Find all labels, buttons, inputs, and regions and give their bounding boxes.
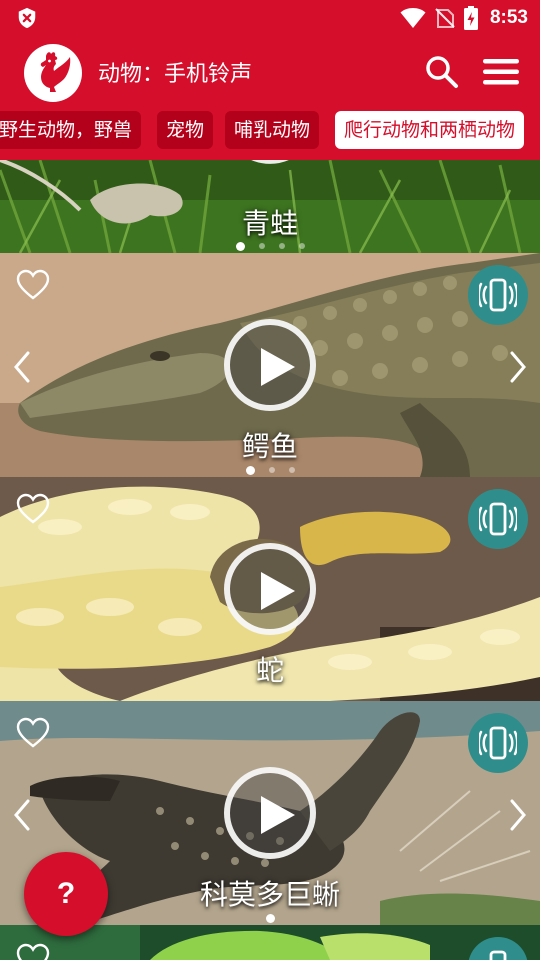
favorite-heart-icon[interactable] [16,493,50,525]
favorite-heart-icon[interactable] [16,717,50,749]
dot [268,467,275,473]
favorite-heart-icon[interactable] [16,943,50,960]
play-icon [261,572,295,610]
next-arrow-icon[interactable] [506,797,530,833]
rooster-logo[interactable] [24,44,82,102]
no-sim-icon [435,8,455,28]
set-ringtone-button[interactable] [468,489,528,549]
dot [278,243,285,249]
sound-name: 蛇 [255,654,284,687]
dot [258,243,265,249]
page-title: 动物：手机铃声 [98,62,253,87]
chip-wild-animals[interactable]: 野生动物，野兽 [0,111,142,149]
dot [245,466,255,475]
dot [235,242,245,251]
clock: 8:53 [489,7,528,28]
status-bar: 8:53 [0,0,540,36]
battery-charging-icon [463,6,478,30]
sound-name: 鳄鱼 [241,430,298,463]
phone-vibrate-icon [479,726,517,760]
help-fab-button[interactable]: ? [24,852,108,936]
set-ringtone-button[interactable] [468,265,528,325]
sound-card-frog[interactable]: 青蛙 [0,160,540,253]
phone-vibrate-icon [479,502,517,536]
hamburger-menu-icon[interactable] [482,54,520,90]
play-button-partial[interactable] [224,160,316,190]
play-button[interactable] [224,767,316,859]
chip-pets[interactable]: 宠物 [157,111,214,149]
play-icon [261,348,295,386]
dot [298,243,305,249]
play-button[interactable] [224,543,316,635]
phone-vibrate-icon [479,278,517,312]
phone-vibrate-icon [489,950,507,960]
prev-arrow-icon[interactable] [10,349,34,385]
sound-name: 青蛙 [241,207,298,240]
play-icon [261,796,295,834]
favorite-heart-icon[interactable] [16,269,50,301]
category-chips: 野生动物，野兽 宠物 哺乳动物 爬行动物和两栖动物 [0,108,540,156]
rooster-icon [40,52,71,92]
sound-card-crocodile[interactable]: 鳄鱼 [0,253,540,477]
set-ringtone-button[interactable] [468,713,528,773]
dot [265,914,275,923]
wifi-icon [400,8,426,28]
chip-mammals[interactable]: 哺乳动物 [225,111,320,149]
dot [288,467,295,473]
sound-card-snake[interactable]: 蛇 [0,477,540,701]
search-icon[interactable] [424,54,460,90]
carousel-dots [0,466,540,475]
chip-reptiles-amphibians[interactable]: 爬行动物和两栖动物 [335,111,525,149]
app-bar: 动物：手机铃声 [0,36,540,108]
play-button[interactable] [224,319,316,411]
next-arrow-icon[interactable] [506,349,530,385]
carousel-dots [0,242,540,251]
shield-x-icon [18,7,36,29]
prev-arrow-icon[interactable] [10,797,34,833]
